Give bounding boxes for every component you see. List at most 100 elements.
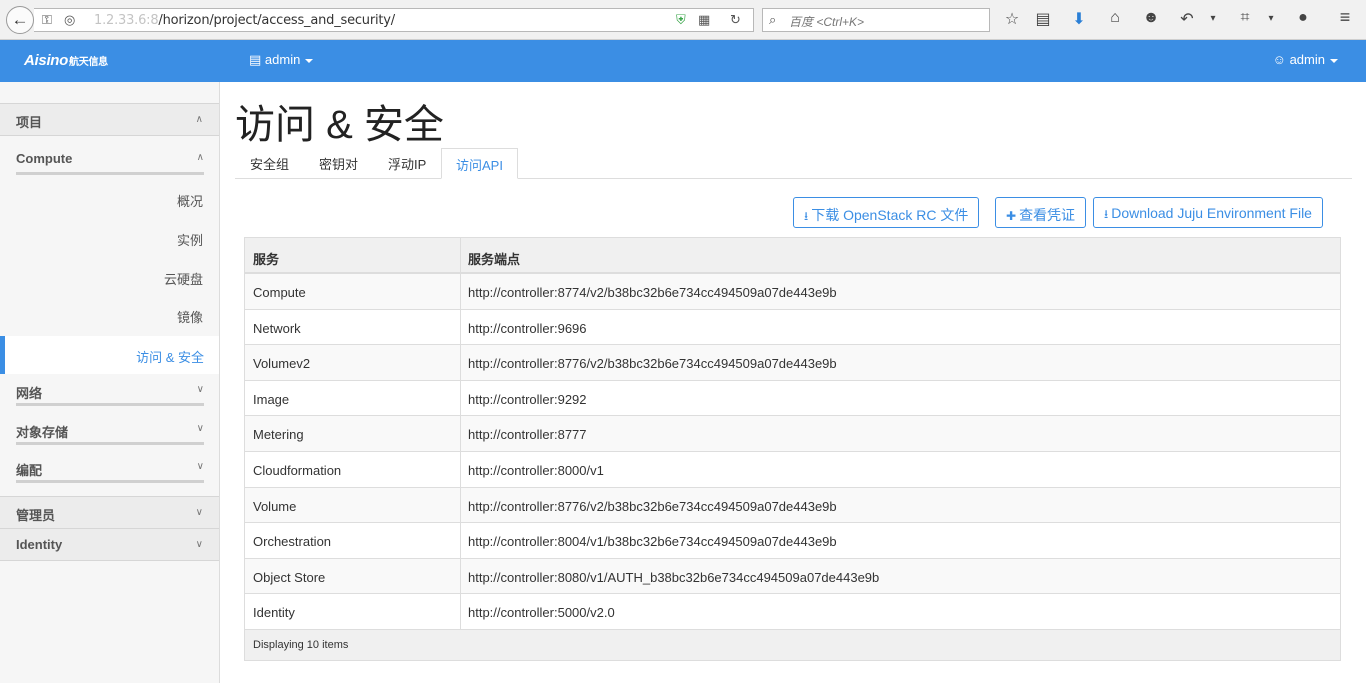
service-name: Volume bbox=[253, 498, 297, 514]
service-name: Cloudformation bbox=[253, 462, 342, 478]
table-row: Compute http://controller:8774/v2/b38bc32… bbox=[245, 274, 1340, 310]
sidebar-item-instances[interactable]: 实例 bbox=[177, 230, 203, 249]
service-name: Volumev2 bbox=[253, 356, 311, 372]
service-name: Compute bbox=[253, 285, 306, 300]
service-name: Orchestration bbox=[253, 534, 332, 550]
table-header-row: 服务 服务端点 bbox=[245, 238, 1340, 274]
user-label: admin bbox=[1289, 52, 1325, 67]
reader-icon[interactable]: ▤ bbox=[1032, 9, 1054, 29]
table-row: Volumev2 http://controller:8776/v2/b38bc3… bbox=[245, 345, 1340, 381]
download-icon: ⭳ bbox=[804, 209, 809, 223]
table-footer: Displaying 10 items bbox=[245, 629, 1340, 660]
chat-icon[interactable]: ☻ bbox=[1140, 9, 1162, 27]
tab-access-api[interactable]: 访问API bbox=[441, 148, 518, 179]
chevron-up-icon: ∧ bbox=[196, 152, 204, 163]
service-endpoint: http://controller:8080/v1/AUTH_b38bc32b6… bbox=[468, 569, 880, 585]
sidebar-item-overview[interactable]: 概况 bbox=[177, 191, 203, 210]
column-header-service[interactable]: 服务 bbox=[253, 249, 279, 268]
user-dropdown[interactable]: ☺ admin bbox=[1273, 52, 1338, 67]
chevron-down-icon: ∨ bbox=[195, 539, 203, 550]
url-text: 1.2.33.6:8/horizon/project/access_and_se… bbox=[94, 13, 395, 28]
service-endpoint: http://controller:8777 bbox=[468, 427, 587, 443]
app-header: Aisino航天信息 ▤ admin ☺ admin bbox=[0, 40, 1366, 82]
chevron-down-icon[interactable]: ▾ bbox=[1260, 13, 1282, 24]
sidebar-object-storage-header[interactable]: 对象存储 ∨ bbox=[16, 415, 204, 445]
column-header-endpoint[interactable]: 服务端点 bbox=[468, 249, 520, 268]
home-icon[interactable]: ⌂ bbox=[1104, 9, 1126, 27]
service-endpoint: http://controller:9292 bbox=[468, 391, 587, 407]
sidebar-compute-header[interactable]: Compute ∧ bbox=[16, 142, 204, 175]
back-button[interactable]: ← bbox=[6, 6, 34, 34]
tab-key-pairs[interactable]: 密钥对 bbox=[319, 154, 358, 173]
menu-icon[interactable]: ≡ bbox=[1334, 7, 1356, 28]
service-endpoint: http://controller:8774/v2/b38bc32b6e734c… bbox=[468, 285, 837, 300]
item-count: Displaying 10 items bbox=[253, 638, 349, 651]
project-label: admin bbox=[264, 52, 301, 67]
browser-toolbar: ← ⚿ ◎ 1.2.33.6:8/horizon/project/access_… bbox=[0, 0, 1366, 40]
chevron-down-icon[interactable]: ▾ bbox=[1202, 13, 1224, 24]
chevron-down-icon: ∨ bbox=[195, 507, 203, 518]
chevron-down-icon: ∨ bbox=[196, 461, 204, 472]
search-icon: ⌕ bbox=[769, 12, 777, 27]
user-icon: ☺ bbox=[1272, 52, 1286, 67]
service-endpoint: http://controller:8004/v1/b38bc32b6e734c… bbox=[468, 534, 837, 550]
comment-icon[interactable]: ● bbox=[1292, 9, 1314, 27]
shield-icon[interactable]: ⛨ bbox=[676, 12, 686, 28]
tab-bar: 安全组 密钥对 浮动IP 访问API bbox=[235, 148, 1352, 179]
download-icon[interactable]: ⬇ bbox=[1068, 9, 1090, 29]
service-endpoint: http://controller:9696 bbox=[468, 320, 587, 336]
globe-icon: ◎ bbox=[64, 12, 76, 27]
plus-icon: ✚ bbox=[1006, 209, 1017, 223]
service-endpoint: http://controller:8776/v2/b38bc32b6e734c… bbox=[468, 498, 837, 514]
sidebar-network-header[interactable]: 网络 ∨ bbox=[16, 376, 204, 406]
service-name: Object Store bbox=[253, 569, 326, 585]
address-bar[interactable]: ⚿ ◎ 1.2.33.6:8/horizon/project/access_an… bbox=[34, 8, 754, 32]
sidebar-orchestration-header[interactable]: 编配 ∨ bbox=[16, 453, 204, 483]
sidebar: 项目 ∧ Compute ∧ 概况 实例 云硬盘 镜像 访问 & 安全 网络 ∨… bbox=[0, 82, 220, 683]
chevron-down-icon: ∨ bbox=[196, 423, 204, 434]
table-row: Identity http://controller:5000/v2.0 bbox=[245, 594, 1340, 630]
sidebar-project-header[interactable]: 项目 ∧ bbox=[0, 103, 219, 136]
project-icon: ▤ bbox=[249, 52, 262, 67]
star-icon[interactable]: ☆ bbox=[1001, 9, 1023, 29]
tab-floating-ips[interactable]: 浮动IP bbox=[388, 154, 426, 173]
refresh-icon[interactable]: ↻ bbox=[730, 12, 741, 28]
undo-icon[interactable]: ↶ bbox=[1176, 9, 1198, 29]
caret-down-icon bbox=[1330, 58, 1338, 63]
table-row: Orchestration http://controller:8004/v1/b… bbox=[245, 523, 1340, 559]
download-juju-button[interactable]: ⭳ Download Juju Environment File bbox=[1093, 197, 1323, 228]
chevron-up-icon: ∧ bbox=[195, 114, 203, 125]
sidebar-admin-header[interactable]: 管理员 ∨ bbox=[0, 496, 219, 529]
table-row: Metering http://controller:8777 bbox=[245, 416, 1340, 452]
sidebar-identity-header[interactable]: Identity ∨ bbox=[0, 528, 219, 561]
service-endpoint: http://controller:8776/v2/b38bc32b6e734c… bbox=[468, 356, 837, 372]
search-placeholder: 百度 <Ctrl+K> bbox=[789, 15, 865, 29]
api-endpoints-table: 服务 服务端点 Compute http://controller:8774/v2… bbox=[244, 237, 1341, 661]
service-name: Network bbox=[253, 320, 301, 336]
view-credentials-button[interactable]: ✚ 查看凭证 bbox=[995, 197, 1087, 228]
service-name: Metering bbox=[253, 427, 304, 443]
table-row: Network http://controller:9696 bbox=[245, 309, 1340, 346]
service-name: Image bbox=[253, 391, 290, 407]
sidebar-item-images[interactable]: 镜像 bbox=[177, 307, 203, 326]
brand-logo[interactable]: Aisino航天信息 bbox=[24, 52, 108, 69]
service-endpoint: http://controller:5000/v2.0 bbox=[468, 605, 615, 621]
sidebar-item-access-security[interactable]: 访问 & 安全 bbox=[0, 336, 219, 374]
crop-icon[interactable]: ⌗ bbox=[1234, 9, 1256, 27]
service-name: Identity bbox=[253, 605, 295, 621]
table-row: Volume http://controller:8776/v2/b38bc32b… bbox=[245, 487, 1340, 524]
caret-down-icon bbox=[305, 58, 314, 63]
project-dropdown[interactable]: ▤ admin bbox=[249, 52, 314, 68]
service-endpoint: http://controller:8000/v1 bbox=[468, 462, 604, 478]
download-rc-button[interactable]: ⭳ 下载 OpenStack RC 文件 bbox=[793, 197, 980, 228]
tab-security-groups[interactable]: 安全组 bbox=[250, 154, 289, 173]
table-row: Cloudformation http://controller:8000/v1 bbox=[245, 451, 1340, 488]
qr-code-icon[interactable]: ▦ bbox=[698, 12, 710, 28]
search-input[interactable]: ⌕ 百度 <Ctrl+K> bbox=[762, 8, 990, 32]
key-icon: ⚿ bbox=[42, 12, 52, 27]
sidebar-item-volumes[interactable]: 云硬盘 bbox=[164, 269, 203, 288]
table-row: Image http://controller:9292 bbox=[245, 380, 1340, 417]
download-icon: ⭳ bbox=[1104, 207, 1109, 221]
chevron-down-icon: ∨ bbox=[196, 384, 204, 395]
table-row: Object Store http://controller:8080/v1/AU… bbox=[245, 558, 1340, 595]
